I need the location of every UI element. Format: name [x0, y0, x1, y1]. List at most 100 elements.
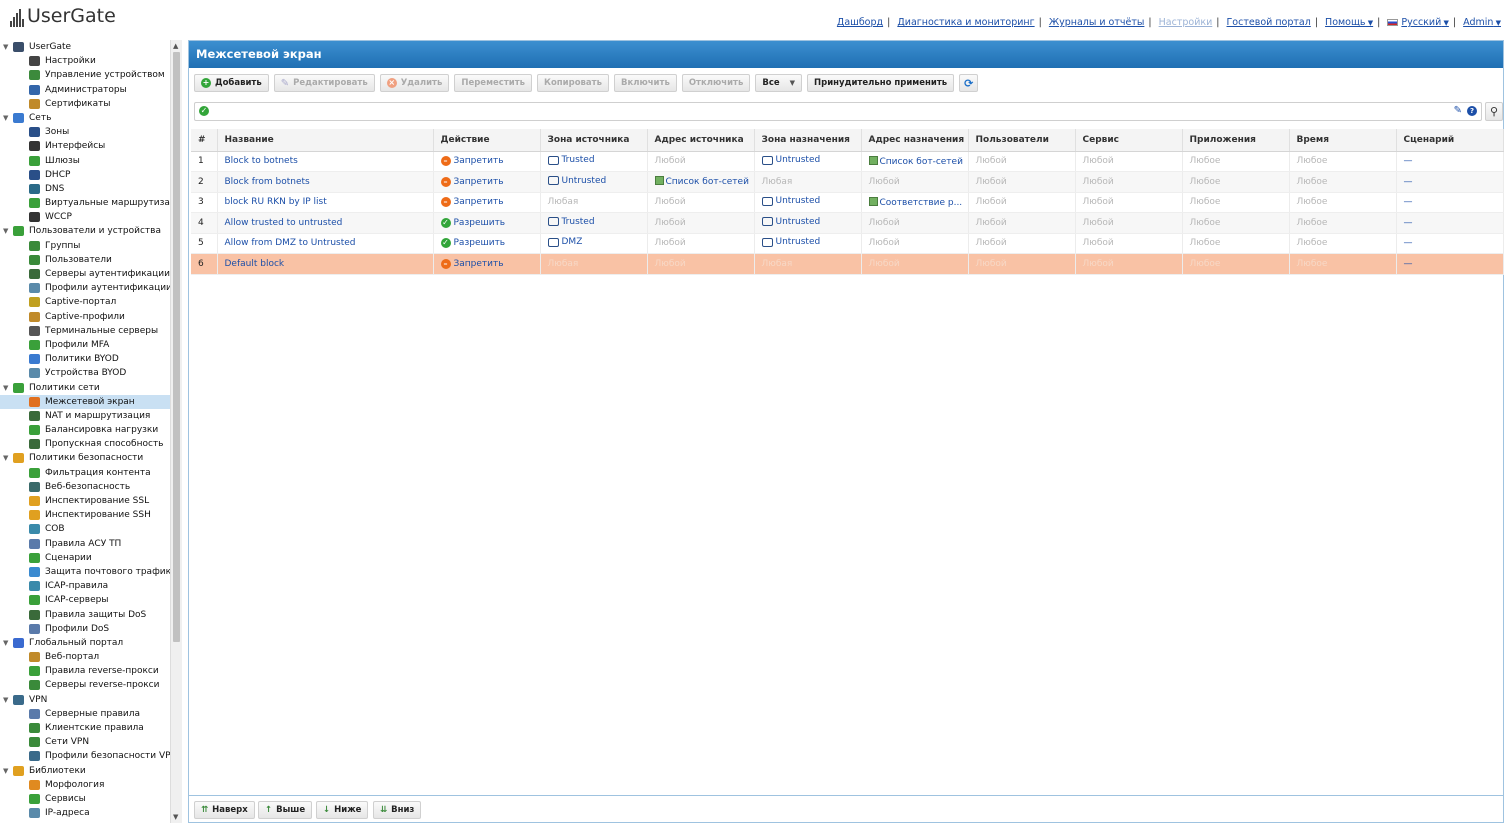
sidebar-item[interactable]: Управление устройством [0, 68, 170, 82]
edit-button[interactable]: ✎ Редактировать [273, 74, 375, 92]
expand-toggle-icon[interactable]: ▼ [3, 224, 8, 238]
refresh-button[interactable]: ⟳ [959, 74, 979, 92]
sidebar-item[interactable]: СОВ [0, 522, 170, 536]
sidebar-item[interactable]: Морфология [0, 778, 170, 792]
search-input[interactable] [215, 105, 1435, 119]
move-bottom-button[interactable]: ⇊ Вниз [373, 801, 422, 819]
column-header[interactable]: Адрес назначения [861, 129, 969, 152]
expand-toggle-icon[interactable]: ▼ [3, 636, 8, 650]
nav-user-menu[interactable]: Admin ▼ [1463, 17, 1501, 28]
sidebar-item[interactable]: Сценарии [0, 551, 170, 565]
sidebar-item[interactable]: Администраторы [0, 83, 170, 97]
column-header[interactable]: Сценарий [1396, 129, 1504, 152]
sidebar-item[interactable]: Правила reverse-прокси [0, 664, 170, 678]
table-row[interactable]: 3 block RU RKN by IP list – Запретить Любая Л… [191, 192, 1504, 213]
sidebar-item[interactable]: Сертификаты [0, 97, 170, 111]
sidebar-item[interactable]: Зоны [0, 125, 170, 139]
sidebar-scrollbar[interactable]: ▲ ▼ [170, 40, 182, 823]
add-button[interactable]: + Добавить [194, 74, 269, 92]
sidebar-item[interactable]: Защита почтового трафика [0, 565, 170, 579]
cell-name[interactable]: Block to botnets [217, 151, 434, 172]
sidebar-item[interactable]: IP-адреса [0, 806, 170, 820]
sidebar-item[interactable]: Веб-безопасность [0, 480, 170, 494]
expand-toggle-icon[interactable]: ▼ [3, 451, 8, 465]
logo[interactable]: UserGate [10, 5, 116, 27]
column-header[interactable]: Зона назначения [754, 129, 862, 152]
sidebar-item[interactable]: Серверы reverse-прокси [0, 678, 170, 692]
nav-logs[interactable]: Журналы и отчёты [1049, 17, 1145, 28]
column-header[interactable]: Приложения [1182, 129, 1290, 152]
sidebar-item[interactable]: WCCP [0, 210, 170, 224]
sidebar-item[interactable]: ▼ Пользователи и устройства [0, 224, 170, 238]
sidebar-item[interactable]: Профили аутентификации [0, 281, 170, 295]
scrollbar-thumb[interactable] [173, 52, 180, 642]
expand-toggle-icon[interactable]: ▼ [3, 381, 8, 395]
move-button[interactable]: Переместить [454, 74, 533, 92]
nav-language[interactable]: Русский ▼ [1387, 17, 1449, 28]
sidebar-item[interactable]: ICAP-серверы [0, 593, 170, 607]
sidebar-item[interactable]: Интерфейсы [0, 139, 170, 153]
sidebar-item[interactable]: Профили безопасности VPN [0, 749, 170, 763]
move-down-button[interactable]: ↓ Ниже [316, 801, 369, 819]
nav-dashboard[interactable]: Дашборд [837, 17, 883, 28]
table-row[interactable]: 4 Allow trusted to untrusted ✓ Разрешить Tru… [191, 212, 1504, 234]
nav-guest-portal[interactable]: Гостевой портал [1227, 17, 1311, 28]
sidebar-item[interactable]: Captive-портал [0, 295, 170, 309]
move-top-button[interactable]: ⇈ Наверх [194, 801, 255, 819]
sidebar-item[interactable]: Пропускная способность [0, 437, 170, 451]
column-header[interactable]: Сервис [1075, 129, 1183, 152]
table-row[interactable]: 1 Block to botnets – Запретить Trusted Любой U… [191, 151, 1504, 172]
cell-name[interactable]: Allow trusted to untrusted [217, 212, 434, 234]
sidebar-item[interactable]: Терминальные серверы [0, 324, 170, 338]
column-header[interactable]: Пользователи [968, 129, 1076, 152]
sidebar-item[interactable]: Политики BYOD [0, 352, 170, 366]
sidebar-item[interactable]: Серверы аутентификации [0, 267, 170, 281]
force-apply-button[interactable]: Принудительно применить [807, 74, 955, 92]
sidebar-item[interactable]: Сети VPN [0, 735, 170, 749]
sidebar-item[interactable]: Правила защиты DoS [0, 608, 170, 622]
cell-name[interactable]: block RU RKN by IP list [217, 192, 434, 213]
column-header[interactable]: Зона источника [540, 129, 648, 152]
sidebar-item[interactable]: Виртуальные маршрутизаторы [0, 196, 170, 210]
search-button[interactable]: ⚲ [1485, 102, 1503, 121]
table-row[interactable]: 6 Default block – Запретить Любая Любой Любая Л… [191, 253, 1504, 275]
column-header[interactable]: # [191, 129, 218, 152]
sidebar-item[interactable]: Профили MFA [0, 338, 170, 352]
table-row[interactable]: 2 Block from botnets – Запретить Untrusted Сп… [191, 171, 1504, 193]
sidebar-item[interactable]: Сервисы [0, 792, 170, 806]
sidebar-item[interactable]: Шлюзы [0, 154, 170, 168]
sidebar-item[interactable]: ▼ Политики безопасности [0, 451, 170, 465]
sidebar-item[interactable]: Настройки [0, 54, 170, 68]
help-icon[interactable]: ? [1467, 105, 1477, 116]
nav-help[interactable]: Помощь ▼ [1325, 17, 1373, 28]
sidebar-item[interactable]: Инспектирование SSH [0, 508, 170, 522]
sidebar-item[interactable]: Пользователи [0, 253, 170, 267]
nav-diagnostics[interactable]: Диагностика и мониторинг [897, 17, 1034, 28]
expand-toggle-icon[interactable]: ▼ [3, 764, 8, 778]
sidebar-item[interactable]: Правила АСУ ТП [0, 537, 170, 551]
expand-toggle-icon[interactable]: ▼ [3, 40, 8, 54]
sidebar-item[interactable]: Устройства BYOD [0, 366, 170, 380]
sidebar-item[interactable]: ICAP-правила [0, 579, 170, 593]
column-header[interactable]: Действие [433, 129, 541, 152]
expand-toggle-icon[interactable]: ▼ [3, 693, 8, 707]
cell-name[interactable]: Allow from DMZ to Untrusted [217, 233, 434, 254]
sidebar-item[interactable]: DNS [0, 182, 170, 196]
sidebar-item[interactable]: ▼ VPN [0, 693, 170, 707]
disable-button[interactable]: Отключить [681, 74, 751, 92]
table-row[interactable]: 5 Allow from DMZ to Untrusted ✓ Разрешить DM… [191, 233, 1504, 254]
column-header[interactable]: Время [1289, 129, 1397, 152]
sidebar-item[interactable]: Серверные правила [0, 707, 170, 721]
enable-button[interactable]: Включить [613, 74, 677, 92]
column-header[interactable]: Адрес источника [647, 129, 755, 152]
sidebar-item[interactable]: Группы [0, 239, 170, 253]
sidebar-item[interactable]: ▼ Политики сети [0, 381, 170, 395]
sidebar-item[interactable]: Фильтрация контента [0, 466, 170, 480]
sidebar-item[interactable]: ▼ Глобальный портал [0, 636, 170, 650]
expand-toggle-icon[interactable]: ▼ [3, 111, 8, 125]
sidebar-item[interactable]: Captive-профили [0, 310, 170, 324]
cell-name[interactable]: Block from botnets [217, 171, 434, 193]
edit-filter-icon[interactable]: ✎ [1454, 105, 1462, 116]
copy-button[interactable]: Копировать [537, 74, 609, 92]
column-header[interactable]: Название [217, 129, 434, 152]
